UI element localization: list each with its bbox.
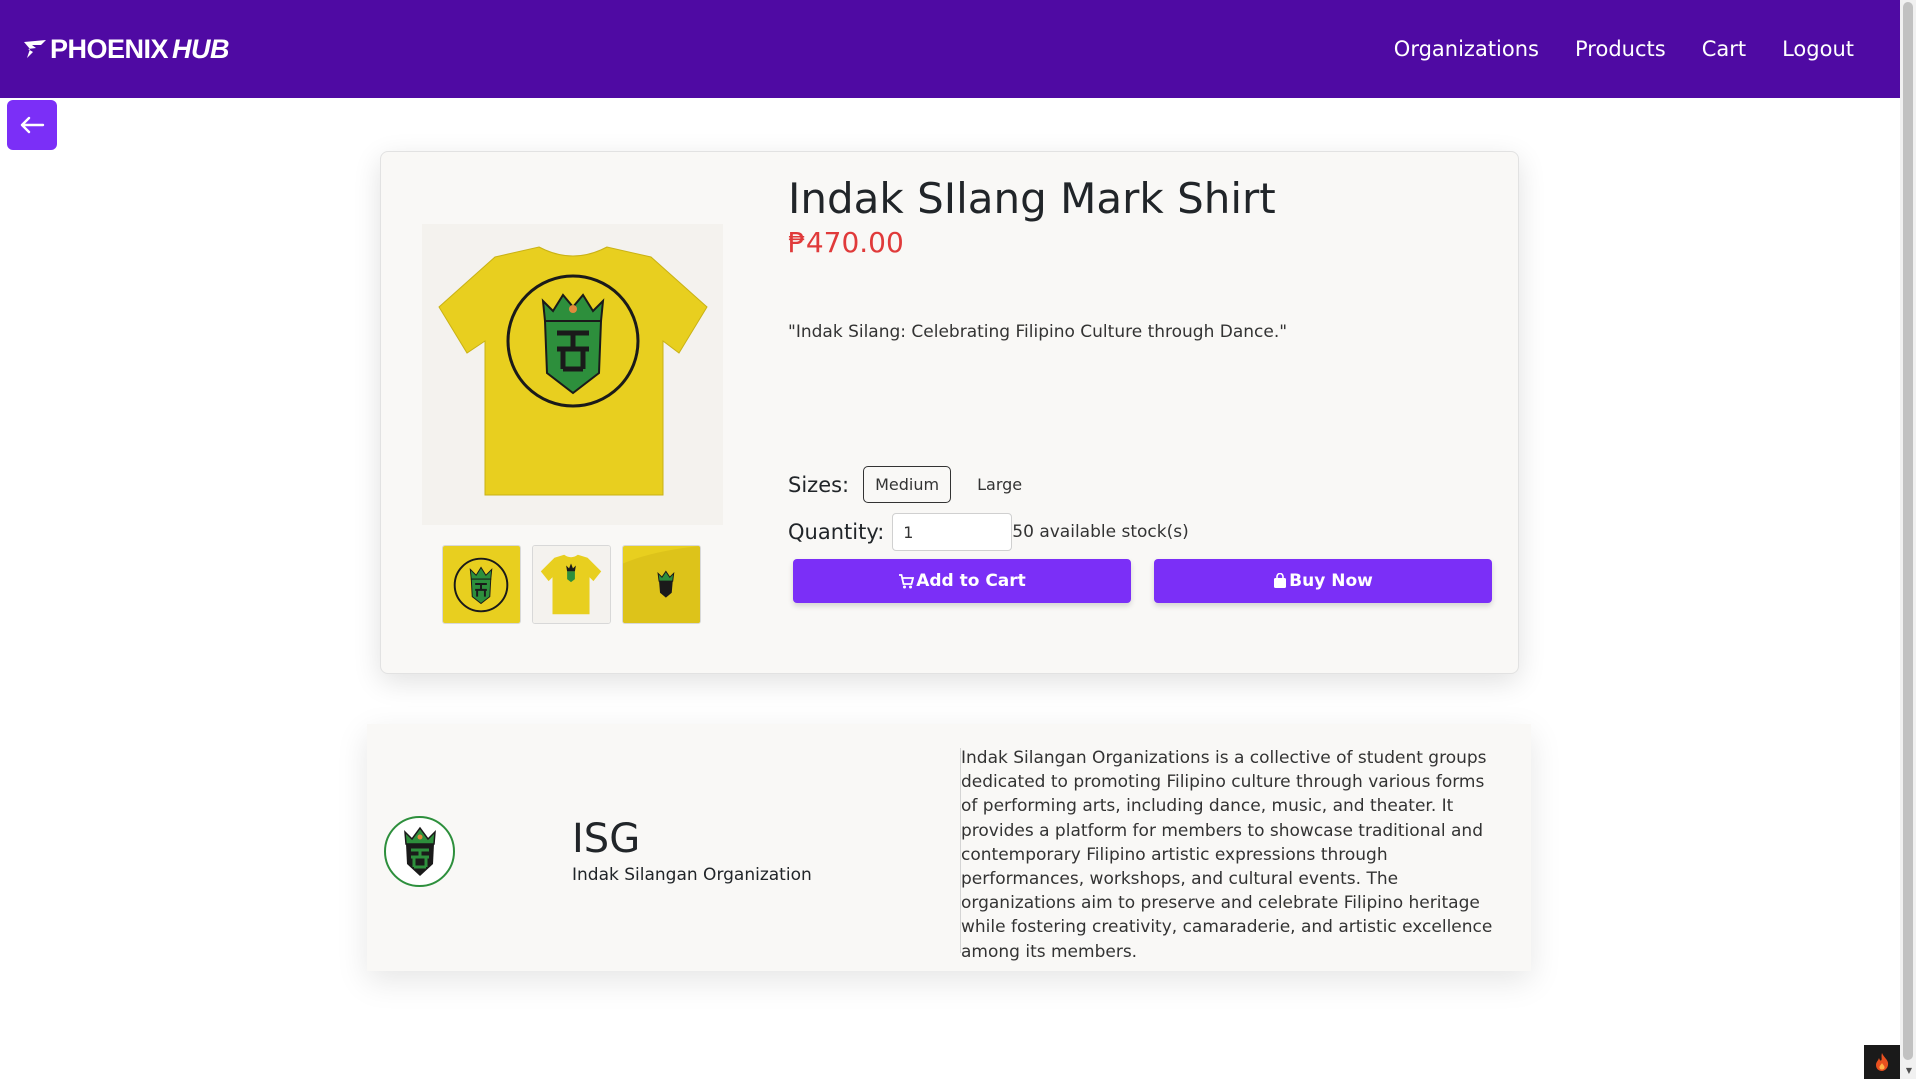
shopping-bag-icon bbox=[1274, 573, 1287, 588]
product-card: Indak SIlang Mark Shirt ₱470.00 "Indak S… bbox=[380, 151, 1519, 674]
quantity-label: Quantity: bbox=[788, 520, 885, 544]
organization-name: Indak Silangan Organization bbox=[572, 865, 812, 885]
size-option-large[interactable]: Large bbox=[965, 466, 1034, 503]
nav-link-logout[interactable]: Logout bbox=[1782, 37, 1854, 61]
product-price: ₱470.00 bbox=[788, 226, 904, 259]
add-to-cart-button[interactable]: Add to Cart bbox=[793, 559, 1131, 603]
brand-logo[interactable]: PHOENIX HUB bbox=[24, 33, 230, 65]
nav-link-cart[interactable]: Cart bbox=[1702, 37, 1746, 61]
stock-text: 50 available stock(s) bbox=[1012, 522, 1189, 542]
scroll-thumb[interactable] bbox=[1903, 2, 1913, 1060]
nav-links: Organizations Products Cart Logout bbox=[1394, 37, 1854, 61]
add-to-cart-label: Add to Cart bbox=[916, 571, 1026, 591]
product-description: "Indak Silang: Celebrating Filipino Cult… bbox=[788, 322, 1288, 342]
size-option-medium[interactable]: Medium bbox=[863, 466, 952, 503]
fire-icon bbox=[1876, 1053, 1889, 1071]
brand-accent: HUB bbox=[172, 33, 230, 64]
isg-logo-icon bbox=[403, 826, 436, 876]
thumbnail-3[interactable] bbox=[622, 545, 701, 624]
sizes-label: Sizes: bbox=[788, 472, 850, 497]
shirt-image bbox=[437, 245, 708, 495]
scrollbar[interactable]: ▼ bbox=[1900, 0, 1916, 1079]
nav-link-organizations[interactable]: Organizations bbox=[1394, 37, 1539, 61]
organization-logo[interactable] bbox=[384, 816, 455, 887]
quantity-input[interactable] bbox=[892, 513, 1013, 551]
thumbnail-1[interactable] bbox=[442, 545, 521, 624]
shirt-thumbnail bbox=[623, 546, 700, 623]
cart-icon bbox=[899, 573, 915, 588]
buy-now-button[interactable]: Buy Now bbox=[1154, 559, 1492, 603]
thumbnail-list bbox=[442, 545, 701, 624]
navbar: PHOENIX HUB Organizations Products Cart … bbox=[0, 0, 1900, 98]
organization-card: ISG Indak Silangan Organization Indak Si… bbox=[367, 724, 1531, 971]
phoenix-wing-icon bbox=[24, 40, 46, 58]
nav-link-products[interactable]: Products bbox=[1575, 37, 1666, 61]
brand-name: PHOENIX bbox=[50, 33, 169, 64]
buy-now-label: Buy Now bbox=[1289, 571, 1373, 591]
scroll-down-arrow-icon[interactable]: ▼ bbox=[1906, 1066, 1912, 1075]
thumbnail-2[interactable] bbox=[532, 545, 611, 624]
shirt-thumbnail bbox=[443, 546, 520, 623]
back-button[interactable] bbox=[7, 100, 57, 150]
organization-acronym: ISG bbox=[572, 816, 641, 862]
shirt-thumbnail bbox=[533, 546, 610, 623]
product-title: Indak SIlang Mark Shirt bbox=[788, 174, 1276, 223]
product-main-image[interactable] bbox=[422, 224, 723, 525]
sizes-row: Sizes: Medium Large bbox=[788, 466, 1034, 503]
arrow-left-icon bbox=[20, 116, 45, 134]
quantity-row: Quantity: 50 available stock(s) bbox=[788, 513, 1189, 551]
fire-badge[interactable] bbox=[1864, 1045, 1900, 1079]
organization-description: Indak Silangan Organizations is a collec… bbox=[961, 748, 1493, 962]
